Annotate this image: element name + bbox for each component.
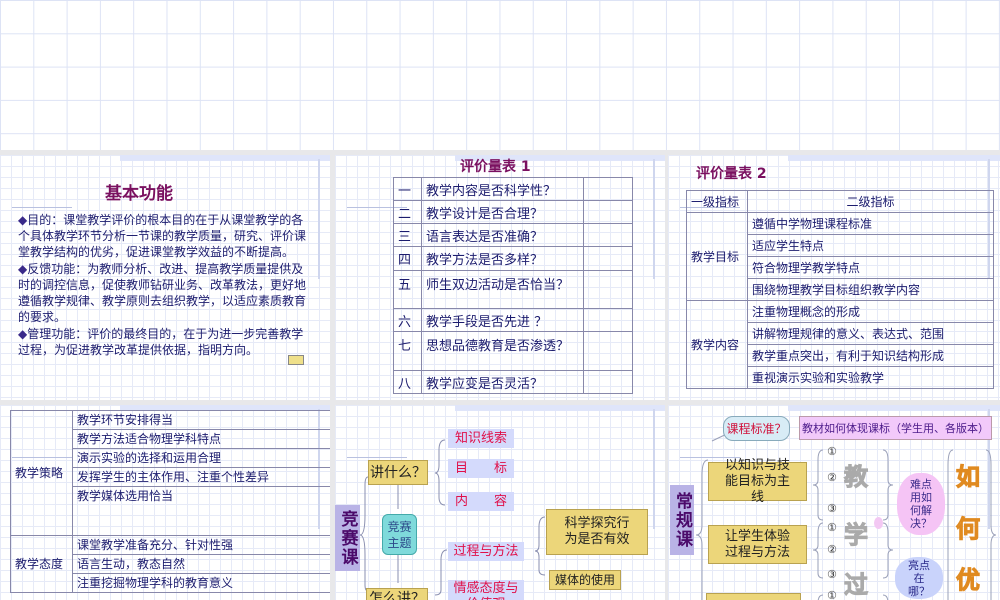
step-number: ③ <box>827 502 837 515</box>
outline-char: 教 <box>844 463 869 492</box>
node-process-method: 过程与方法 <box>448 542 524 561</box>
action-button-icon[interactable] <box>288 355 304 365</box>
slide-title: 评价量表 2 <box>696 166 767 182</box>
bubble-decoration <box>874 517 883 529</box>
slide-thumbnail-competition-lesson[interactable]: 讲什么？ 竞赛课 竞赛主题 知识线索 目 标 内 容 过程与方法 情感态度与价值… <box>335 405 665 600</box>
callout-curriculum-standard: 课程标准？ <box>723 416 790 441</box>
outline-char: 优 <box>956 566 981 595</box>
node-emotion-values: 情感态度与价值观 <box>448 580 524 600</box>
node-what-to-teach: 讲什么？ <box>368 460 428 485</box>
slide-thumbnail-strategy-table[interactable]: 教学策略 教学环节安排得当 教学方法适合物理学科特点 演示实验的选择和运用合理 发… <box>0 405 330 600</box>
evaluation-table-3: 教学策略 教学环节安排得当 教学方法适合物理学科特点 演示实验的选择和运用合理 发… <box>10 410 330 593</box>
step-number: ① <box>827 445 837 458</box>
previous-slides-row <box>0 0 1000 150</box>
evaluation-table-2: 一级指标 二级指标 教学目标 遵循中学物理课程标准 适应学生特点 符合物理学教学特点… <box>686 190 994 389</box>
step-number: ① <box>827 589 837 600</box>
outline-char: 如 <box>956 463 981 492</box>
node-how-to-teach: 怎么讲？ <box>366 588 428 600</box>
node-regular-lesson: 常规课 <box>670 485 694 555</box>
node-competition-lesson: 竞赛课 <box>335 505 360 571</box>
step-number: ② <box>827 543 837 556</box>
node-third-goal <box>706 593 801 600</box>
outline-char: 何 <box>956 515 981 544</box>
slide-thumbnail-scale-2[interactable]: 评价量表 2 一级指标 二级指标 教学目标 遵循中学物理课程标准 适应学生特点 符合… <box>668 155 1000 400</box>
note-textbook-standard: 教材如何体现课标（学生用、各版本） <box>799 416 992 440</box>
evaluation-table-1: 一教学内容是否科学性？ 二教学设计是否合理？ 三语言表达是否准确？ 四教学方法是… <box>393 177 633 394</box>
node-knowledge-thread: 知识线索 <box>448 429 514 448</box>
slide-title: 评价量表 1 <box>460 159 531 175</box>
node-experience-process: 让学生体验过程与方法 <box>708 525 807 564</box>
slide-title: 基本功能 <box>105 184 173 204</box>
cloud-difficulty: 难点用如何解决？ <box>897 473 945 535</box>
cloud-highlight: 亮点在哪？ <box>895 557 943 599</box>
outline-char: 学 <box>844 521 869 550</box>
step-number: ② <box>827 471 837 484</box>
node-goals: 目 标 <box>448 459 514 478</box>
step-number: ① <box>827 521 837 534</box>
node-media-use: 媒体的使用 <box>549 570 621 590</box>
slide-thumbnail-regular-lesson[interactable]: 课程标准？ 教材如何体现课标（学生用、各版本） 常规课 以知识与技能目标为主线 … <box>668 405 1000 600</box>
slide-thumbnail-scale-1[interactable]: 评价量表 1 一教学内容是否科学性？ 二教学设计是否合理？ 三语言表达是否准确？… <box>335 155 665 400</box>
node-content: 内 容 <box>448 492 514 511</box>
bullet-management: ◆管理功能：评价的最终目的，在于为进一步完善教学过程，为促进教学改革提供依据，指… <box>18 327 304 357</box>
step-number: ③ <box>827 568 837 581</box>
outline-char: 过 <box>844 571 869 600</box>
node-competition-theme: 竞赛主题 <box>382 514 417 555</box>
bullet-purpose: ◆目的：课堂教学评价的根本目的在于从课堂教学的各个具体教学环节分析一节课的教学质… <box>18 213 307 259</box>
node-knowledge-skills: 以知识与技能目标为主线 <box>708 458 807 505</box>
bullet-feedback: ◆反馈功能：为教师分析、改进、提高教学质量提供及时的调控信息，促使教师钻研业务、… <box>18 262 307 324</box>
slide-thumbnail-basic-functions[interactable]: 基本功能 ◆目的：课堂教学评价的根本目的在于从课堂教学的各个具体教学环节分析一节… <box>0 155 330 400</box>
node-scientific-inquiry: 科学探究行为是否有效 <box>546 509 648 555</box>
